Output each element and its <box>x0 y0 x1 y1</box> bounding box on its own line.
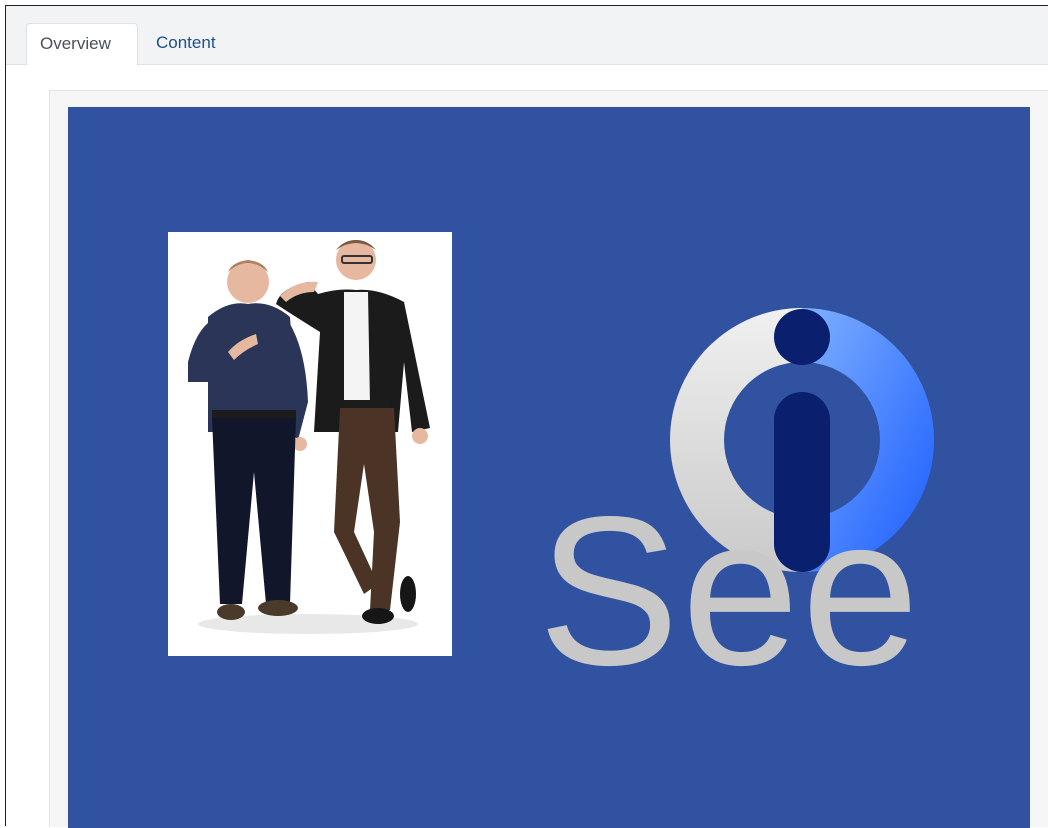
people-photo <box>168 232 452 656</box>
tab-content[interactable]: Content <box>143 23 229 65</box>
presentation-slide: See <box>68 107 1030 828</box>
app-frame: Overview Content See <box>5 5 1048 828</box>
people-photo-illustration <box>188 240 430 634</box>
logo-wordmark: See <box>538 472 922 709</box>
tab-overview[interactable]: Overview <box>26 23 138 66</box>
content-panel: See <box>49 90 1048 828</box>
tab-bar: Overview Content <box>6 6 1048 66</box>
